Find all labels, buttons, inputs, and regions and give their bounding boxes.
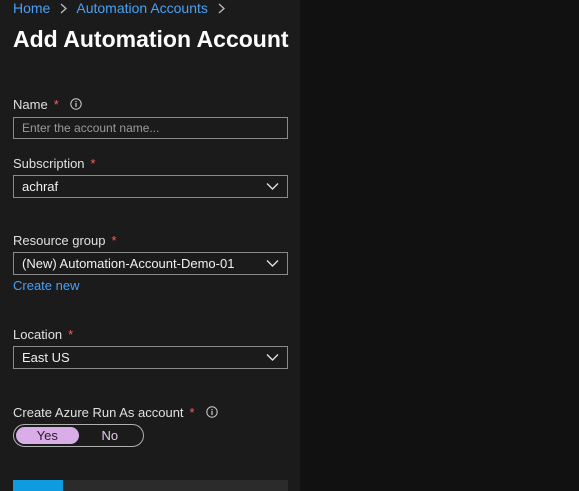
location-value: East US (22, 350, 70, 365)
breadcrumb: Home Automation Accounts (13, 0, 231, 16)
run-as-toggle: Yes No (13, 424, 144, 447)
resource-group-dropdown[interactable]: (New) Automation-Account-Demo-01 (13, 252, 288, 275)
location-label-row: Location * (13, 326, 73, 342)
breadcrumb-automation-accounts-link[interactable]: Automation Accounts (76, 0, 208, 16)
required-marker: * (90, 155, 96, 171)
subscription-dropdown[interactable]: achraf (13, 175, 288, 198)
run-as-label: Create Azure Run As account (13, 404, 184, 420)
required-marker: * (53, 96, 59, 112)
info-icon[interactable] (205, 406, 218, 418)
resource-group-label: Resource group (13, 232, 106, 248)
name-label: Name (13, 96, 48, 112)
create-new-resource-group-link[interactable]: Create new (13, 278, 79, 293)
chevron-right-icon (60, 1, 68, 17)
chevron-down-icon (266, 183, 279, 190)
name-label-row: Name * (13, 96, 82, 112)
subscription-label: Subscription (13, 155, 85, 171)
breadcrumb-home-link[interactable]: Home (13, 0, 50, 16)
account-name-input[interactable] (13, 117, 288, 139)
info-icon[interactable] (70, 98, 82, 110)
location-dropdown[interactable]: East US (13, 346, 288, 369)
run-as-label-row: Create Azure Run As account * (13, 404, 218, 420)
chevron-down-icon (266, 354, 279, 361)
toggle-option-no[interactable]: No (79, 427, 142, 444)
subscription-value: achraf (22, 179, 59, 194)
create-button[interactable] (13, 480, 63, 491)
required-marker: * (68, 326, 74, 342)
toggle-option-yes[interactable]: Yes (16, 427, 79, 444)
required-marker: * (111, 232, 117, 248)
location-label: Location (13, 326, 63, 342)
required-marker: * (189, 404, 195, 420)
page-title: Add Automation Account (13, 26, 289, 52)
resource-group-label-row: Resource group * (13, 232, 117, 248)
chevron-right-icon (218, 1, 225, 17)
resource-group-value: (New) Automation-Account-Demo-01 (22, 256, 235, 271)
chevron-down-icon (266, 260, 279, 267)
subscription-label-row: Subscription * (13, 155, 96, 171)
